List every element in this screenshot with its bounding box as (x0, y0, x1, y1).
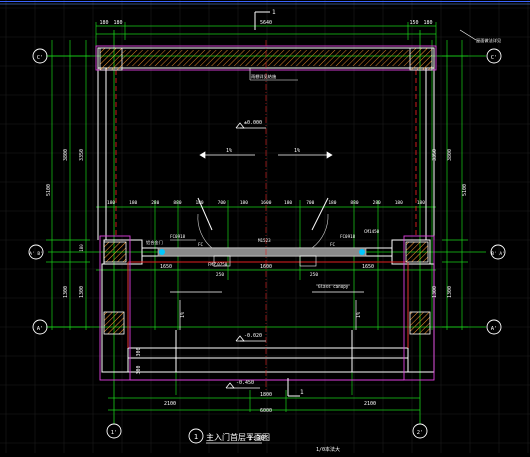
top-callout: 雨棚详见结施 (251, 73, 277, 80)
title-scale: 1:30 (248, 434, 265, 442)
slope-b: 1% (294, 148, 300, 154)
column-low-left (103, 311, 125, 335)
dim-stair-left-a: 300 (136, 347, 142, 356)
note-mid: Glass canopy (318, 284, 349, 289)
dim-left-low: 1300 (63, 286, 69, 298)
right-callout: 屋面做法详见 (476, 37, 501, 44)
dim-left-inner-low: 1300 (79, 286, 85, 298)
fixed-window: FM乙0750 (208, 261, 228, 267)
level-lower: -0.020 (244, 333, 262, 339)
column-low-right (409, 311, 431, 335)
mid-row-dim-11: 880 (350, 200, 358, 206)
slope-c: 1% (180, 312, 186, 318)
window-right: FC0918 (340, 234, 356, 239)
mid-row-dim-5: 700 (218, 200, 226, 206)
dim-top-left-b: 180 (113, 20, 122, 26)
mid-row-dimensions: 180 180 280 880 180 700 180 1600 180 700 180 880 280… (107, 200, 425, 206)
dim-bottom-right: 2100 (364, 401, 376, 407)
dim-side-1: 250 (216, 272, 224, 278)
dimension-texts: 5640 180 180 150 180 5100 3800 3350 1300… (46, 20, 468, 414)
dim-left-inner-upper: 3350 (79, 149, 85, 161)
door-leaf-note: CM1450 (364, 229, 380, 234)
dim-stair-left-b: 300 (136, 365, 142, 374)
axis-label-top-left: C' (37, 55, 44, 61)
axis-label-low-right: A' (491, 326, 498, 332)
dim-left-total: 5100 (46, 184, 52, 196)
footer-note: 1/0本法大 (316, 446, 340, 453)
axis-label-low-left: A' (37, 326, 44, 332)
dim-bottom-left: 2100 (164, 401, 176, 407)
axis-label-top-right: C' (491, 55, 498, 61)
column-mid-left (103, 241, 127, 263)
mid-row-dim-12: 280 (373, 200, 381, 206)
dim-right-total: 5100 (462, 184, 468, 196)
mid-row-dim-6: 180 (240, 200, 248, 206)
dim-bottom-total: 6000 (260, 408, 272, 414)
mid-row-dim-14: 180 (417, 200, 425, 206)
dim-door-span-right: 1650 (362, 264, 374, 270)
slope-d: 1% (356, 312, 362, 318)
floor-plan-svg: C' C' A' B' B' A' A' A' 1' 2' 5640 180 1… (0, 0, 530, 453)
dim-left-upper: 3800 (63, 149, 69, 161)
title-number: 1 (194, 433, 198, 441)
slope-a: 1% (226, 148, 232, 154)
dim-top-left-a: 180 (99, 20, 108, 26)
column-mid-right (405, 241, 429, 263)
dim-right-inner-low: 1300 (432, 286, 438, 298)
dim-bottom-mid: 1800 (260, 392, 272, 398)
axis-label-bottom-left: 1' (111, 430, 118, 436)
mid-row-dim-9: 700 (306, 200, 314, 206)
column-top-right (409, 47, 433, 71)
column-top-left (99, 47, 123, 71)
dim-side-2: 250 (310, 272, 318, 278)
mid-row-dim-1: 180 (129, 200, 137, 206)
section-bottom-number: 1 (300, 389, 304, 396)
mid-row-dim-2: 280 (151, 200, 159, 206)
mid-row-dim-7: 1600 (261, 200, 272, 206)
dim-top-right-b: 180 (423, 20, 432, 26)
level-upper: ±0.000 (244, 120, 262, 126)
slope-texts: 1% 1% 1% 1% (180, 148, 362, 318)
dim-top-right-a: 150 (409, 20, 418, 26)
dim-door-span-mid: 1600 (260, 264, 272, 270)
dim-right-upper: 3800 (447, 149, 453, 161)
dimension-lines (46, 22, 468, 412)
mid-row-dim-13: 180 (395, 200, 403, 206)
mid-row-dim-0: 180 (107, 200, 115, 206)
axis-label-mid-left: A' B' (29, 251, 43, 257)
mid-row-dim-10: 180 (328, 200, 336, 206)
door-assembly (157, 197, 367, 267)
note-left: 铝合金门 (146, 239, 163, 246)
level-bottom: -0.450 (236, 380, 254, 386)
window-left: FC0918 (170, 234, 186, 239)
mid-row-dim-4: 180 (196, 200, 204, 206)
sh-left: FC (198, 242, 204, 247)
axis-label-bottom-right: 2' (417, 430, 424, 436)
axis-label-mid-right: B' A' (491, 251, 505, 257)
dim-top-total: 5640 (260, 20, 272, 26)
dim-door-span-left: 1650 (160, 264, 172, 270)
door-mark: M1523 (258, 238, 271, 243)
dim-right-low: 1300 (447, 286, 453, 298)
sh-right: FC (330, 242, 336, 247)
cad-drawing-canvas: C' C' A' B' B' A' A' A' 1' 2' 5640 180 1… (0, 0, 530, 453)
dim-right-inner-upper: 3350 (432, 149, 438, 161)
mid-row-dim-8: 180 (284, 200, 292, 206)
mid-row-dim-3: 880 (173, 200, 181, 206)
dim-left-mid: 180 (79, 244, 84, 252)
section-top-number: 1 (272, 9, 276, 16)
